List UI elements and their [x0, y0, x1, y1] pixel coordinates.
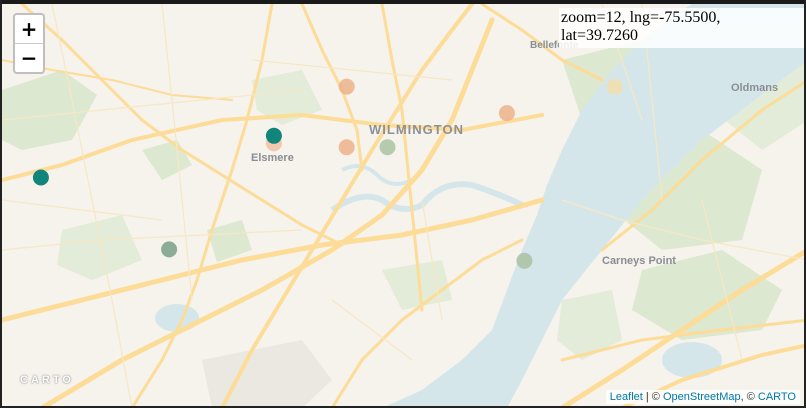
map-marker[interactable] [338, 78, 355, 95]
zoom-control: + − [13, 13, 45, 74]
map-marker[interactable] [32, 169, 49, 186]
zoom-in-button[interactable]: + [15, 15, 43, 43]
map-marker[interactable] [338, 139, 355, 156]
leaflet-link[interactable]: Leaflet [610, 391, 643, 403]
attribution-separator: , © [740, 391, 758, 403]
map-marker[interactable] [379, 139, 396, 156]
coordinates-info-box: zoom=12, lng=-75.5500, lat=39.7260 [559, 8, 804, 48]
place-label-elsmere: Elsmere [251, 152, 294, 164]
map-marker[interactable] [606, 78, 623, 95]
map-marker[interactable] [498, 105, 515, 122]
map-marker[interactable] [161, 241, 178, 258]
zoom-lng-readout: zoom=12, lng=-75.5500, [561, 9, 721, 26]
place-label-wilmington: WILMINGTON [369, 122, 464, 137]
carto-link[interactable]: CARTO [758, 391, 796, 403]
place-label-oldmans: Oldmans [731, 82, 779, 94]
attribution: Leaflet | © OpenStreetMap, © CARTO [605, 390, 800, 404]
map-marker[interactable] [516, 252, 533, 269]
map-container[interactable]: WILMINGTON Elsmere Bellefonte Oldmans Ca… [0, 0, 806, 408]
lat-readout: lat=39.7260 [561, 27, 639, 44]
openstreetmap-link[interactable]: OpenStreetMap [663, 391, 741, 403]
place-label-carneys-point: Carneys Point [602, 255, 676, 267]
window-top-edge [2, 0, 804, 4]
zoom-out-button[interactable]: − [15, 43, 43, 72]
attribution-separator: | © [642, 391, 663, 403]
basemap[interactable] [2, 0, 806, 408]
carto-logo: CARTO [20, 374, 74, 386]
map-marker[interactable] [265, 127, 282, 144]
lake [662, 342, 722, 378]
